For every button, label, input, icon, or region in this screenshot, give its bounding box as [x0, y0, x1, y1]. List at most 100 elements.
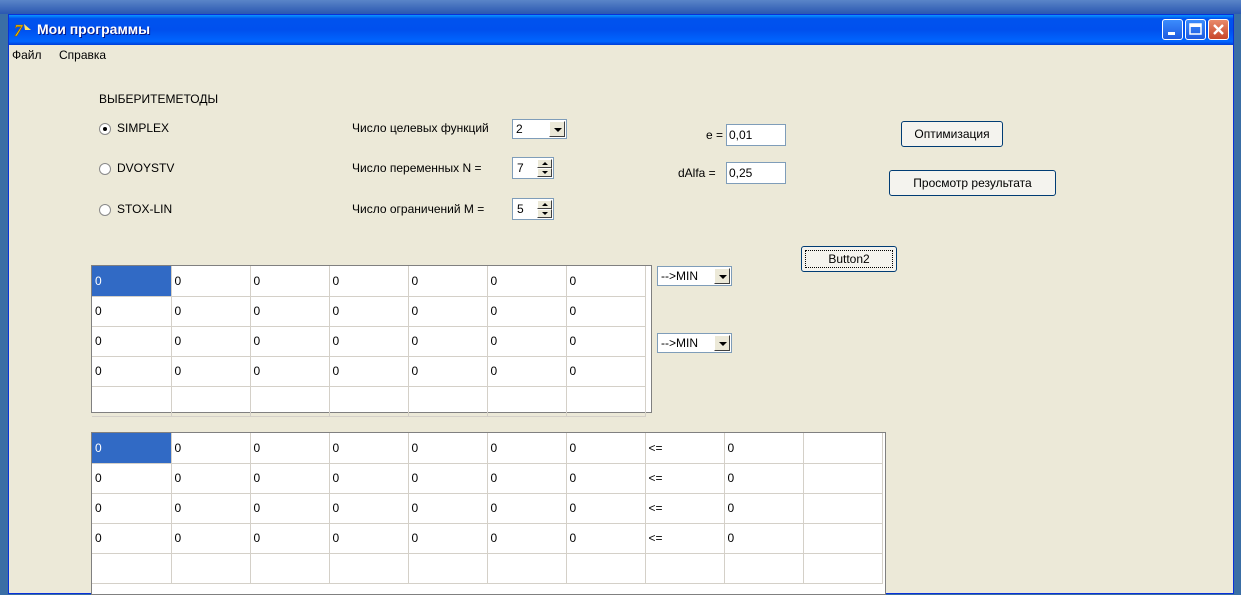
grid-cell[interactable]: 0 — [566, 296, 646, 327]
grid-cell[interactable]: <= — [645, 523, 725, 554]
view-result-button[interactable]: Просмотр результата — [889, 170, 1056, 196]
grid-cell[interactable]: 0 — [566, 433, 646, 464]
grid-cell[interactable] — [724, 553, 804, 584]
grid-cell[interactable]: 0 — [329, 523, 409, 554]
grid-cell[interactable]: 0 — [329, 296, 409, 327]
grid-cell[interactable]: 0 — [92, 523, 172, 554]
grid-cell[interactable] — [487, 553, 567, 584]
grid-cell[interactable] — [803, 523, 883, 554]
grid-cell[interactable] — [408, 553, 488, 584]
chevron-down-icon[interactable] — [714, 335, 730, 351]
menu-file[interactable]: Файл — [12, 48, 42, 62]
title-bar[interactable]: 7 Мои программы — [9, 15, 1233, 45]
goal-combo-1[interactable]: -->MIN — [657, 266, 732, 286]
grid-cell[interactable]: 0 — [250, 523, 330, 554]
minimize-button[interactable] — [1162, 19, 1183, 40]
menu-help[interactable]: Справка — [59, 48, 106, 62]
constraints-spin[interactable]: 5 — [512, 198, 554, 220]
grid-cell[interactable] — [171, 386, 251, 417]
objective-grid[interactable]: 0000000000000000000000000000 — [91, 265, 652, 417]
grid-cell[interactable]: 0 — [92, 296, 172, 327]
grid-cell[interactable]: 0 — [171, 326, 251, 357]
grid-cell[interactable] — [803, 433, 883, 464]
goal-combo-2[interactable]: -->MIN — [657, 333, 732, 353]
grid-cell[interactable]: 0 — [487, 296, 567, 327]
target-functions-combo[interactable]: 2 — [512, 119, 567, 139]
grid-cell[interactable]: 0 — [566, 523, 646, 554]
chevron-down-icon[interactable] — [549, 121, 565, 137]
dalfa-input[interactable]: 0,25 — [726, 162, 786, 184]
radio-dvoystv-label[interactable]: DVOYSTV — [117, 161, 174, 175]
close-button[interactable] — [1208, 19, 1229, 40]
grid-cell[interactable]: 0 — [329, 433, 409, 464]
grid-cell[interactable]: 0 — [487, 523, 567, 554]
spin-down-icon[interactable] — [537, 209, 552, 218]
grid-cell[interactable] — [645, 553, 725, 584]
grid-cell[interactable]: 0 — [250, 266, 330, 297]
radio-simplex[interactable] — [99, 123, 111, 135]
variables-spin[interactable]: 7 — [512, 157, 554, 179]
grid-cell[interactable] — [329, 553, 409, 584]
grid-cell[interactable]: 0 — [566, 266, 646, 297]
grid-cell[interactable] — [171, 553, 251, 584]
grid-cell[interactable]: 0 — [171, 433, 251, 464]
grid-cell[interactable]: 0 — [724, 433, 804, 464]
grid-cell[interactable]: 0 — [329, 266, 409, 297]
grid-cell[interactable]: 0 — [250, 296, 330, 327]
radio-simplex-label[interactable]: SIMPLEX — [117, 121, 169, 135]
grid-cell[interactable]: 0 — [171, 523, 251, 554]
grid-cell[interactable]: 0 — [566, 493, 646, 524]
grid-cell[interactable]: 0 — [171, 356, 251, 387]
grid-cell[interactable]: 0 — [487, 266, 567, 297]
grid-cell[interactable]: 0 — [487, 433, 567, 464]
grid-cell[interactable]: 0 — [92, 326, 172, 357]
spin-up-icon[interactable] — [537, 159, 552, 168]
grid-cell[interactable] — [250, 553, 330, 584]
grid-cell[interactable]: 0 — [250, 356, 330, 387]
spin-up-icon[interactable] — [537, 200, 552, 209]
grid-cell[interactable]: 0 — [250, 326, 330, 357]
grid-cell[interactable]: 0 — [566, 463, 646, 494]
grid-cell[interactable] — [329, 386, 409, 417]
radio-stox-lin-label[interactable]: STOX-LIN — [117, 202, 172, 216]
grid-cell[interactable]: 0 — [171, 296, 251, 327]
grid-cell[interactable] — [566, 386, 646, 417]
grid-cell[interactable]: 0 — [329, 356, 409, 387]
grid-cell[interactable]: 0 — [408, 266, 488, 297]
grid-cell[interactable]: 0 — [92, 433, 172, 464]
grid-cell[interactable]: 0 — [250, 463, 330, 494]
chevron-down-icon[interactable] — [714, 268, 730, 284]
grid-cell[interactable]: 0 — [408, 523, 488, 554]
grid-cell[interactable]: 0 — [92, 356, 172, 387]
grid-cell[interactable]: 0 — [250, 433, 330, 464]
grid-cell[interactable]: 0 — [171, 493, 251, 524]
grid-cell[interactable]: <= — [645, 493, 725, 524]
grid-cell[interactable]: 0 — [408, 356, 488, 387]
optimize-button[interactable]: Оптимизация — [901, 121, 1003, 147]
constraint-grid[interactable]: 0 0 0 0 0 0 0 <= 0 0 0 0 0 0 0 0 <= 0 0 0 0 0 0 0 0 <= 0 0 0 0 0 0 0 0 <= 0 — [91, 432, 886, 595]
grid-cell[interactable]: 0 — [171, 463, 251, 494]
maximize-button[interactable] — [1185, 19, 1206, 40]
e-input[interactable]: 0,01 — [726, 124, 786, 146]
grid-cell[interactable]: 0 — [92, 493, 172, 524]
grid-cell[interactable] — [92, 553, 172, 584]
grid-cell[interactable]: 0 — [329, 493, 409, 524]
grid-cell[interactable]: 0 — [566, 326, 646, 357]
grid-cell[interactable]: 0 — [92, 463, 172, 494]
grid-cell[interactable] — [408, 386, 488, 417]
grid-cell[interactable]: <= — [645, 433, 725, 464]
grid-cell[interactable]: 0 — [724, 463, 804, 494]
grid-cell[interactable]: 0 — [487, 463, 567, 494]
grid-cell[interactable] — [566, 553, 646, 584]
grid-cell[interactable]: 0 — [92, 266, 172, 297]
grid-cell[interactable] — [803, 553, 883, 584]
grid-cell[interactable] — [803, 463, 883, 494]
grid-cell[interactable]: 0 — [724, 523, 804, 554]
grid-cell[interactable]: 0 — [487, 356, 567, 387]
grid-cell[interactable]: 0 — [329, 326, 409, 357]
grid-cell[interactable]: 0 — [408, 326, 488, 357]
grid-cell[interactable] — [487, 386, 567, 417]
radio-dvoystv[interactable] — [99, 163, 111, 175]
grid-cell[interactable]: 0 — [408, 433, 488, 464]
grid-cell[interactable]: 0 — [171, 266, 251, 297]
